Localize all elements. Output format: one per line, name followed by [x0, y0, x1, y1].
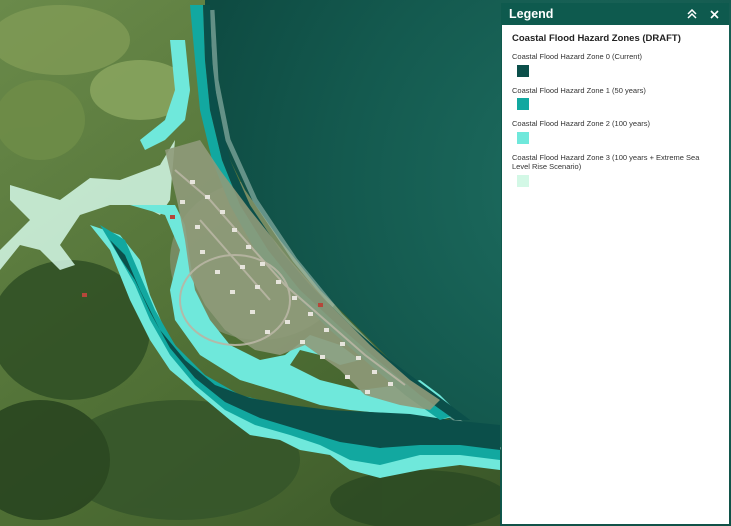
legend-item-label: Coastal Flood Hazard Zone 3 (100 years +… — [512, 152, 700, 172]
legend-item: Coastal Flood Hazard Zone 1 (50 years) — [512, 85, 719, 110]
legend-header: Legend — [502, 3, 729, 25]
layer-title: Coastal Flood Hazard Zones (DRAFT) — [512, 33, 681, 44]
legend-body: Coastal Flood Hazard Zones (DRAFT) Coast… — [502, 25, 729, 187]
legend-panel: Legend Coastal Flood Hazard Zones (DRAFT… — [501, 3, 729, 524]
close-icon[interactable] — [706, 6, 722, 22]
legend-item-label: Coastal Flood Hazard Zone 2 (100 years) — [512, 119, 650, 128]
legend-item: Coastal Flood Hazard Zone 3 (100 years +… — [512, 153, 719, 187]
legend-swatch — [517, 98, 529, 110]
double-chevron-up-icon[interactable] — [684, 6, 700, 22]
legend-swatch — [517, 131, 529, 144]
map-app: Legend Coastal Flood Hazard Zones (DRAFT… — [0, 0, 731, 526]
legend-item-label: Coastal Flood Hazard Zone 0 (Current) — [512, 52, 643, 61]
legend-item-label: Coastal Flood Hazard Zone 1 (50 years) — [512, 85, 646, 95]
legend-swatch — [517, 174, 529, 187]
legend-title: Legend — [509, 7, 554, 21]
legend-item: Coastal Flood Hazard Zone 0 (Current) — [512, 52, 719, 77]
legend-item: Coastal Flood Hazard Zone 2 (100 years) — [512, 119, 719, 144]
legend-swatch — [517, 64, 529, 77]
